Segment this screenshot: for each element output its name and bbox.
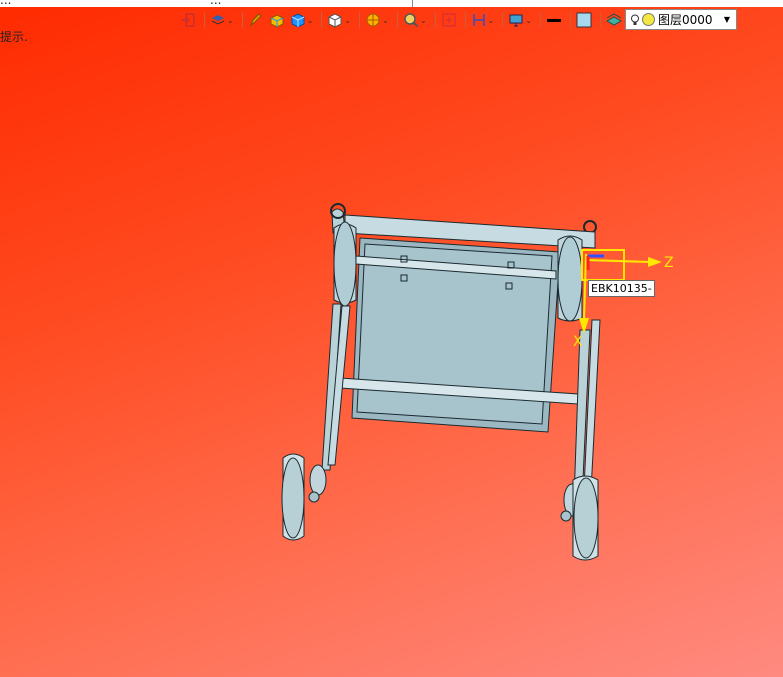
part-label: EBK10135- xyxy=(588,280,655,297)
3d-viewport[interactable] xyxy=(0,0,783,677)
axis-x-label: X xyxy=(573,334,583,350)
walker-model[interactable] xyxy=(281,203,601,561)
axis-z-label: Z xyxy=(664,255,674,271)
